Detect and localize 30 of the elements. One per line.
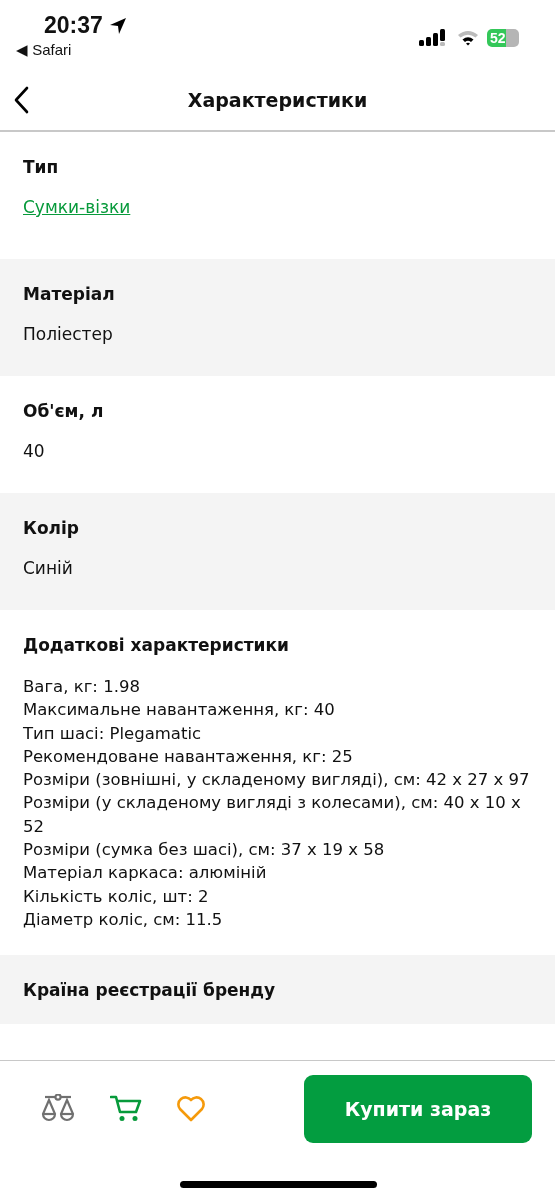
status-time: 20:37	[44, 12, 103, 39]
spec-line: Розміри (зовнішні, у складеному вигляді), см: 42 х 27 х 97	[23, 769, 531, 792]
scales-icon[interactable]	[40, 1094, 76, 1124]
cart-icon[interactable]	[110, 1095, 142, 1123]
spec-line: Діаметр коліс, см: 11.5	[23, 908, 224, 931]
category-link[interactable]: Сумки-візки	[23, 197, 532, 217]
battery-icon: 52	[487, 29, 519, 47]
spec-line: Максимальне навантаження, кг: 40	[23, 699, 336, 722]
section-value: Поліестер	[23, 324, 114, 344]
section-title: Країна реєстрації бренду	[23, 980, 277, 1001]
section-title: Додаткові характеристики	[23, 635, 290, 655]
spec-line: Матеріал каркаса: алюміній	[23, 862, 268, 885]
section-value: Синій	[23, 558, 74, 578]
section-title: Тип	[23, 157, 60, 177]
spec-line: Тип шасі: Plegamatic	[23, 722, 203, 745]
spec-line: Рекомендоване навантаження, кг: 25	[23, 745, 354, 768]
back-icon[interactable]	[13, 86, 29, 114]
wifi-icon	[457, 30, 479, 46]
spec-line: Вага, кг: 1.98	[23, 676, 141, 698]
back-to-app-link[interactable]: ◀ Safari	[16, 41, 127, 59]
section-value: 40	[23, 441, 46, 461]
section-title: Колір	[23, 518, 81, 538]
spec-line: Кількість коліс, шт: 2	[23, 885, 210, 908]
location-arrow-icon	[108, 16, 127, 35]
section-title: Матеріал	[23, 284, 116, 304]
spec-line: Розміри (сумка без шасі), см: 37 х 19 х 58	[23, 839, 386, 862]
buy-now-button[interactable]: Купити зараз	[304, 1075, 532, 1143]
section-title: Об'єм, л	[23, 401, 105, 421]
spec-line: Розміри (у складеному вигляді з колесами), см: 40 х 10 х 52	[23, 792, 522, 838]
page-title: Характеристики	[187, 89, 368, 111]
